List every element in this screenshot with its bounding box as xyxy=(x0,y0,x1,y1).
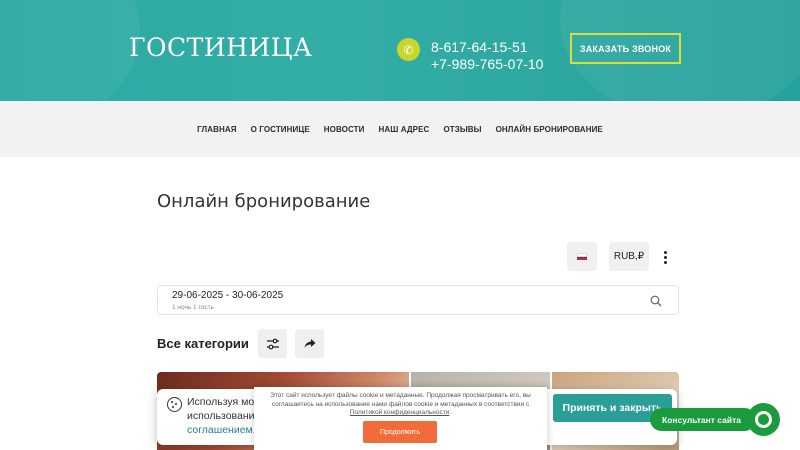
main-navigation: ГЛАВНАЯ О ГОСТИНИЦЕ НОВОСТИ НАШ АДРЕС ОТ… xyxy=(0,101,800,157)
cookie-popup-text: Этот сайт использует файлы cookie и мета… xyxy=(260,392,541,418)
site-consultant-button[interactable]: Консультант сайта xyxy=(650,408,756,431)
privacy-policy-link[interactable]: Политикой конфиденциальности xyxy=(350,409,449,416)
russia-flag-icon xyxy=(577,253,587,261)
nav-item-about[interactable]: О ГОСТИНИЦЕ xyxy=(251,125,310,134)
site-logo[interactable]: ГОСТИНИЦА xyxy=(129,33,313,62)
search-icon[interactable] xyxy=(650,295,662,307)
continue-button[interactable]: Продолжить xyxy=(363,421,437,443)
nav-item-news[interactable]: НОВОСТИ xyxy=(324,125,365,134)
date-range-picker[interactable]: 29-06-2025 - 30-06-2025 1 ночь 1 гость xyxy=(157,285,679,315)
site-header: ГОСТИНИЦА ✆ 8-617-64-15-51 +7-989-765-07… xyxy=(0,0,800,101)
share-button[interactable] xyxy=(295,329,324,358)
phone-numbers: 8-617-64-15-51 +7-989-765-07-10 xyxy=(431,39,543,73)
share-arrow-icon xyxy=(304,339,315,348)
phone-number-1[interactable]: 8-617-64-15-51 xyxy=(431,39,543,56)
cookie-popup: Этот сайт использует файлы cookie и мета… xyxy=(254,387,547,450)
nights-guests-summary: 1 ночь 1 гость xyxy=(172,304,214,311)
currency-selector[interactable]: RUB,₽ xyxy=(609,242,649,271)
request-callback-button[interactable]: ЗАКАЗАТЬ ЗВОНОК xyxy=(570,33,681,64)
cookie-popup-message-end: . xyxy=(449,409,452,416)
phone-number-2[interactable]: +7-989-765-07-10 xyxy=(431,56,543,73)
nav-item-online-booking[interactable]: ОНЛАЙН БРОНИРОВАНИЕ xyxy=(496,125,603,134)
more-options-icon[interactable] xyxy=(659,248,671,266)
cookie-icon xyxy=(167,397,182,412)
nav-item-address[interactable]: НАШ АДРЕС xyxy=(378,125,429,134)
phone-icon: ✆ xyxy=(397,38,420,61)
cookie-popup-message: Этот сайт использует файлы cookie и мета… xyxy=(270,392,531,408)
filter-button[interactable] xyxy=(258,329,287,358)
chat-icon[interactable] xyxy=(747,403,780,436)
language-selector[interactable] xyxy=(567,242,597,271)
date-range-value: 29-06-2025 - 30-06-2025 xyxy=(172,290,284,301)
categories-title[interactable]: Все категории xyxy=(157,336,249,351)
nav-item-reviews[interactable]: ОТЗЫВЫ xyxy=(443,125,481,134)
page-title: Онлайн бронирование xyxy=(157,191,371,212)
sliders-icon xyxy=(266,338,279,349)
nav-item-home[interactable]: ГЛАВНАЯ xyxy=(197,125,237,134)
